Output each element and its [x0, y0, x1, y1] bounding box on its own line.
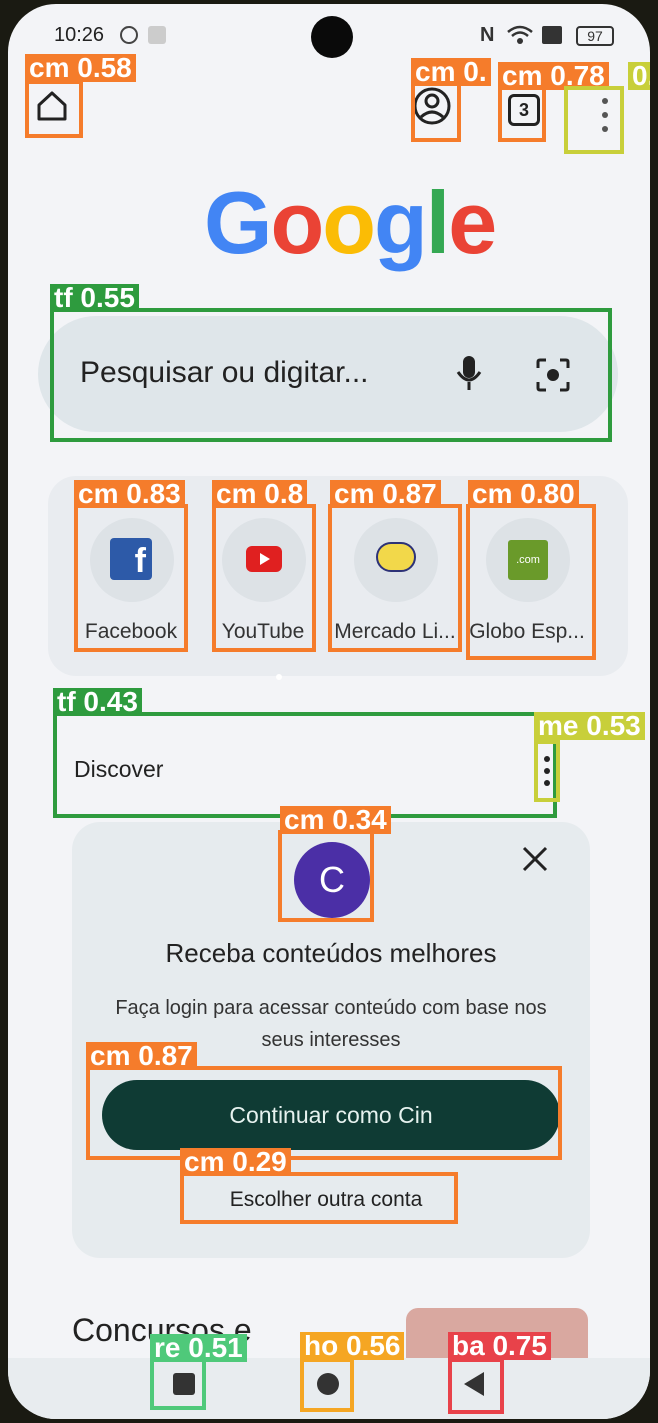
detection-box-discover-menu — [534, 740, 560, 802]
detection-box-search — [50, 308, 612, 442]
detection-label-mercado: cm 0.87 — [330, 480, 441, 508]
detection-label-account: cm 0. — [411, 58, 491, 86]
detection-box-menu — [564, 86, 624, 154]
detection-label-continue: cm 0.87 — [86, 1042, 197, 1070]
detection-box-account — [411, 82, 461, 142]
signal-icon — [542, 26, 562, 44]
detection-box-back — [448, 1358, 504, 1414]
wifi-icon — [507, 25, 533, 44]
status-notification-icon — [148, 26, 166, 44]
logo-letter-o2: o — [322, 173, 376, 272]
detection-box-tabs — [498, 82, 546, 142]
detection-label-globo: cm 0.80 — [468, 480, 579, 508]
close-icon[interactable] — [520, 844, 550, 874]
detection-label-avatar: cm 0.34 — [280, 806, 391, 834]
battery-icon: 97 — [576, 26, 614, 46]
detection-box-home-nav — [300, 1358, 354, 1412]
nfc-icon: N — [480, 24, 495, 46]
detection-box-facebook — [74, 504, 188, 652]
detection-label-other-account: cm 0.29 — [180, 1148, 291, 1176]
detection-label-facebook: cm 0.83 — [74, 480, 185, 508]
detection-label-menu: 0. — [628, 62, 650, 90]
logo-letter-g2: g — [373, 173, 428, 272]
detection-label-recents: re 0.51 — [150, 1334, 247, 1362]
detection-label-discover: tf 0.43 — [53, 688, 142, 716]
detection-box-discover — [53, 712, 557, 818]
status-app-icon — [120, 26, 138, 44]
logo-letter-l: l — [425, 173, 450, 272]
detection-box-continue — [86, 1066, 562, 1160]
detection-label-youtube: cm 0.8 — [212, 480, 308, 508]
logo-letter-o1: o — [270, 173, 324, 272]
detection-box-avatar — [278, 830, 374, 922]
detection-label-discover-menu: me 0.53 — [534, 712, 645, 740]
detection-box-other-account — [180, 1172, 458, 1224]
detection-box-youtube — [212, 504, 316, 652]
detection-label-back: ba 0.75 — [448, 1332, 551, 1360]
detection-label-home-nav: ho 0.56 — [300, 1332, 405, 1360]
detection-label-home: cm 0.58 — [25, 54, 136, 82]
page-indicator-dot — [276, 674, 282, 680]
detection-box-recents — [150, 1358, 206, 1410]
logo-letter-e: e — [448, 173, 497, 272]
phone-screen: 10:26 N 97 3 Google Pesquisar ou digitar… — [8, 4, 650, 1419]
google-logo: Google — [204, 172, 497, 274]
status-time: 10:26 — [54, 24, 105, 46]
detection-box-globo — [466, 504, 596, 660]
detection-box-mercado — [328, 504, 462, 652]
detection-label-search: tf 0.55 — [50, 284, 139, 312]
logo-letter-g1: G — [204, 173, 272, 272]
camera-cutout — [311, 16, 353, 58]
signin-card-title: Receba conteúdos melhores — [165, 938, 497, 968]
battery-level: 97 — [587, 28, 603, 44]
detection-box-home — [25, 80, 83, 138]
